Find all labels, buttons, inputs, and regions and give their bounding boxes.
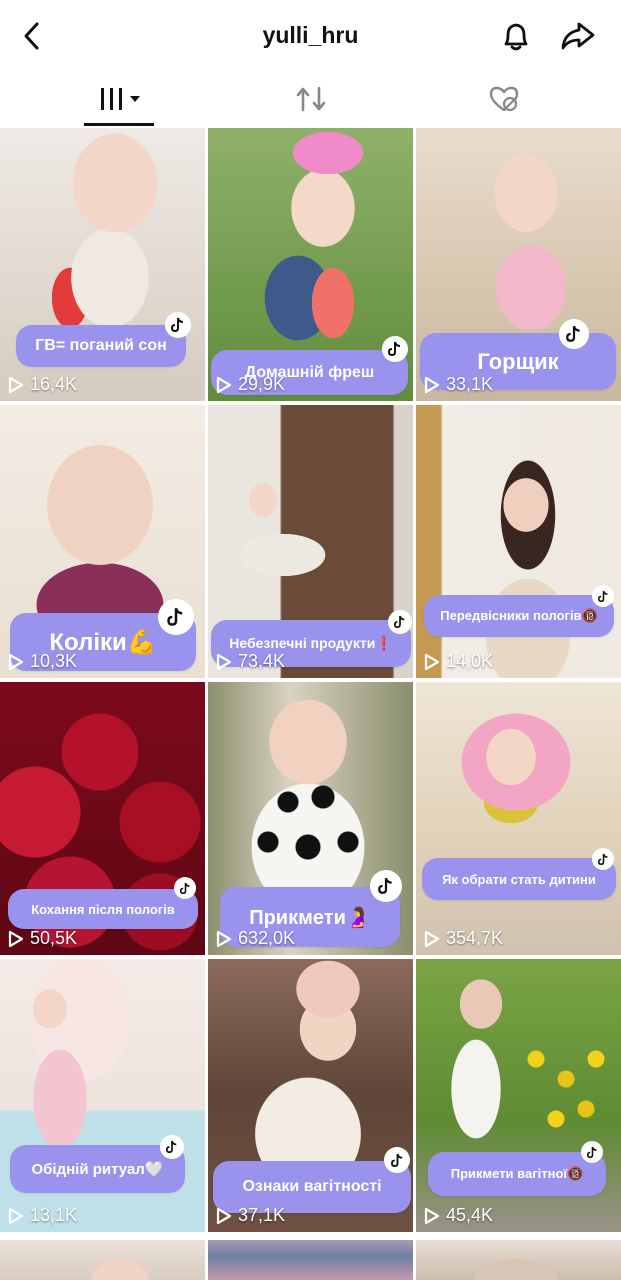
video-tile[interactable]: Коліки💪 10,3K bbox=[0, 405, 205, 678]
video-tile[interactable]: ГВ= поганий сон 16,4K bbox=[0, 128, 205, 401]
view-count-label: 16,4K bbox=[30, 374, 78, 394]
video-tile-partial[interactable] bbox=[416, 1240, 621, 1280]
view-count-label: 354,7K bbox=[446, 928, 504, 948]
tiktok-logo-icon bbox=[370, 870, 402, 902]
video-grid: ГВ= поганий сон 16,4K Домашній фреш 29,9… bbox=[0, 128, 621, 1280]
view-count-label: 37,1K bbox=[238, 1205, 286, 1225]
videos-grid-icon bbox=[100, 88, 140, 110]
tiktok-logo-icon bbox=[160, 1135, 184, 1159]
tiktok-logo-icon bbox=[382, 336, 408, 362]
play-icon bbox=[8, 653, 24, 670]
tiktok-logo-icon bbox=[581, 1141, 603, 1163]
view-count: 632,0K bbox=[216, 928, 295, 949]
video-caption: Прикмети вагітної🔞 bbox=[428, 1152, 606, 1196]
notifications-button[interactable] bbox=[494, 12, 538, 60]
tab-liked[interactable] bbox=[400, 72, 607, 126]
video-tile[interactable]: Як обрати стать дитини 354,7K bbox=[416, 682, 621, 955]
play-icon bbox=[216, 376, 232, 393]
view-count-label: 50,5K bbox=[30, 928, 78, 948]
video-tile[interactable]: Домашній фреш 29,9K bbox=[208, 128, 413, 401]
view-count: 45,4K bbox=[424, 1205, 493, 1226]
tiktok-logo-icon bbox=[174, 877, 196, 899]
view-count-label: 73,4K bbox=[238, 651, 286, 671]
share-arrow-icon bbox=[561, 22, 595, 50]
play-icon bbox=[424, 930, 440, 947]
view-count-label: 10,3K bbox=[30, 651, 78, 671]
tab-reposts[interactable] bbox=[207, 72, 414, 126]
play-icon bbox=[424, 1207, 440, 1224]
video-caption: Обідній ритуал🤍 bbox=[10, 1145, 185, 1193]
view-count-label: 14,0K bbox=[446, 651, 494, 671]
view-count-label: 45,4K bbox=[446, 1205, 494, 1225]
liked-hidden-icon bbox=[489, 86, 518, 112]
tiktok-logo-icon bbox=[592, 585, 614, 607]
profile-tabs bbox=[0, 72, 621, 128]
active-tab-indicator bbox=[84, 123, 154, 126]
view-count: 73,4K bbox=[216, 651, 285, 672]
view-count-label: 632,0K bbox=[238, 928, 296, 948]
play-icon bbox=[424, 376, 440, 393]
tiktok-logo-icon bbox=[158, 599, 194, 635]
play-icon bbox=[8, 930, 24, 947]
repost-icon bbox=[296, 86, 325, 112]
play-icon bbox=[8, 376, 24, 393]
share-button[interactable] bbox=[556, 12, 600, 60]
video-tile[interactable]: Прикмети🤰 632,0K bbox=[208, 682, 413, 955]
video-tile[interactable]: Небезпечні продукти❗ 73,4K bbox=[208, 405, 413, 678]
tiktok-logo-icon bbox=[384, 1147, 410, 1173]
view-count: 354,7K bbox=[424, 928, 503, 949]
tiktok-logo-icon bbox=[592, 848, 614, 870]
video-caption: ГВ= поганий сон bbox=[16, 325, 186, 367]
play-icon bbox=[8, 1207, 24, 1224]
video-tile[interactable]: Обідній ритуал🤍 13,1K bbox=[0, 959, 205, 1232]
video-tile-partial[interactable] bbox=[208, 1240, 413, 1280]
view-count: 29,9K bbox=[216, 374, 285, 395]
view-count-label: 13,1K bbox=[30, 1205, 78, 1225]
video-thumbnail bbox=[0, 1240, 205, 1280]
tiktok-logo-icon bbox=[165, 312, 191, 338]
play-icon bbox=[216, 930, 232, 947]
view-count-label: 33,1K bbox=[446, 374, 494, 394]
view-count: 50,5K bbox=[8, 928, 77, 949]
video-thumbnail bbox=[416, 682, 621, 955]
tab-videos[interactable] bbox=[17, 72, 224, 126]
video-thumbnail bbox=[208, 1240, 413, 1280]
video-tile[interactable]: Кохання після пологів 50,5K bbox=[0, 682, 205, 955]
view-count: 13,1K bbox=[8, 1205, 77, 1226]
view-count: 33,1K bbox=[424, 374, 493, 395]
video-caption: Як обрати стать дитини bbox=[422, 858, 616, 900]
tiktok-logo-icon bbox=[559, 319, 589, 349]
profile-header: yulli_hru bbox=[0, 0, 621, 72]
video-thumbnail bbox=[416, 1240, 621, 1280]
video-caption: Кохання після пологів bbox=[8, 889, 198, 929]
view-count: 14,0K bbox=[424, 651, 493, 672]
view-count-label: 29,9K bbox=[238, 374, 286, 394]
play-icon bbox=[216, 1207, 232, 1224]
view-count: 37,1K bbox=[216, 1205, 285, 1226]
video-tile-partial[interactable] bbox=[0, 1240, 205, 1280]
play-icon bbox=[424, 653, 440, 670]
view-count: 16,4K bbox=[8, 374, 77, 395]
video-tile[interactable]: Передвісники пологів🔞 14,0K bbox=[416, 405, 621, 678]
video-tile[interactable]: Прикмети вагітної🔞 45,4K bbox=[416, 959, 621, 1232]
play-icon bbox=[216, 653, 232, 670]
video-tile[interactable]: Ознаки вагітності 37,1K bbox=[208, 959, 413, 1232]
view-count: 10,3K bbox=[8, 651, 77, 672]
video-thumbnail bbox=[416, 405, 621, 678]
video-tile[interactable]: Горщик 33,1K bbox=[416, 128, 621, 401]
bell-icon bbox=[504, 23, 528, 51]
tiktok-logo-icon bbox=[388, 610, 412, 634]
video-caption: Передвісники пологів🔞 bbox=[424, 595, 614, 637]
